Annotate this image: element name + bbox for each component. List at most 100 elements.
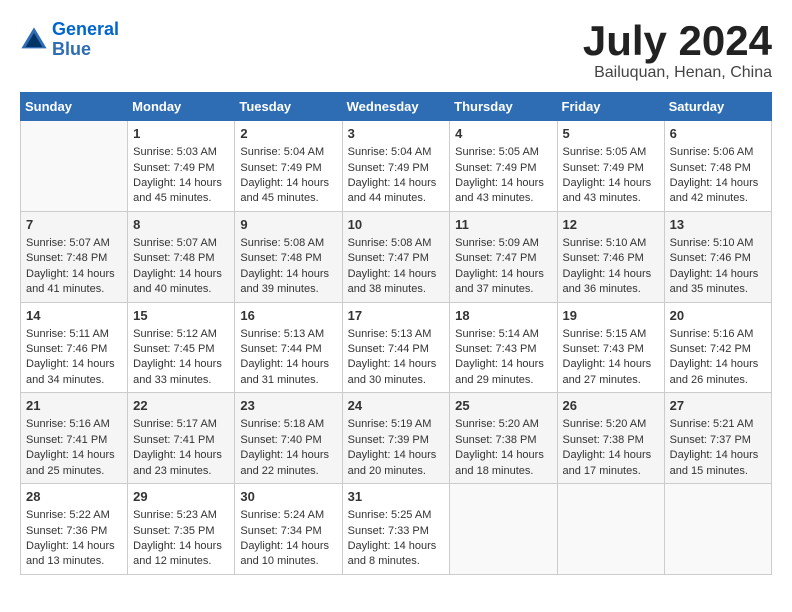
daylight-text: Daylight: 14 hours and 18 minutes. bbox=[455, 448, 551, 479]
calendar-cell: 7Sunrise: 5:07 AMSunset: 7:48 PMDaylight… bbox=[21, 211, 128, 302]
calendar-cell: 6Sunrise: 5:06 AMSunset: 7:48 PMDaylight… bbox=[664, 121, 771, 212]
daylight-text: Daylight: 14 hours and 38 minutes. bbox=[348, 267, 445, 298]
sunrise-text: Sunrise: 5:22 AM bbox=[26, 508, 122, 523]
sunset-text: Sunset: 7:49 PM bbox=[563, 161, 659, 176]
calendar-cell: 5Sunrise: 5:05 AMSunset: 7:49 PMDaylight… bbox=[557, 121, 664, 212]
weekday-header-thursday: Thursday bbox=[450, 93, 557, 121]
sunset-text: Sunset: 7:34 PM bbox=[240, 524, 336, 539]
sunset-text: Sunset: 7:49 PM bbox=[240, 161, 336, 176]
sunrise-text: Sunrise: 5:21 AM bbox=[670, 417, 766, 432]
day-number: 17 bbox=[348, 307, 445, 325]
day-number: 25 bbox=[455, 397, 551, 415]
sunrise-text: Sunrise: 5:05 AM bbox=[455, 145, 551, 160]
day-number: 29 bbox=[133, 488, 229, 506]
daylight-text: Daylight: 14 hours and 43 minutes. bbox=[455, 176, 551, 207]
sunrise-text: Sunrise: 5:19 AM bbox=[348, 417, 445, 432]
calendar-cell: 23Sunrise: 5:18 AMSunset: 7:40 PMDayligh… bbox=[235, 393, 342, 484]
sunrise-text: Sunrise: 5:23 AM bbox=[133, 508, 229, 523]
calendar-table: SundayMondayTuesdayWednesdayThursdayFrid… bbox=[20, 92, 772, 575]
day-number: 8 bbox=[133, 216, 229, 234]
title-area: July 2024 Bailuquan, Henan, China bbox=[583, 20, 772, 82]
sunset-text: Sunset: 7:49 PM bbox=[348, 161, 445, 176]
calendar-cell: 22Sunrise: 5:17 AMSunset: 7:41 PMDayligh… bbox=[128, 393, 235, 484]
daylight-text: Daylight: 14 hours and 27 minutes. bbox=[563, 357, 659, 388]
sunset-text: Sunset: 7:39 PM bbox=[348, 433, 445, 448]
daylight-text: Daylight: 14 hours and 12 minutes. bbox=[133, 539, 229, 570]
daylight-text: Daylight: 14 hours and 41 minutes. bbox=[26, 267, 122, 298]
day-number: 5 bbox=[563, 125, 659, 143]
sunrise-text: Sunrise: 5:10 AM bbox=[670, 236, 766, 251]
week-row-3: 21Sunrise: 5:16 AMSunset: 7:41 PMDayligh… bbox=[21, 393, 772, 484]
day-number: 30 bbox=[240, 488, 336, 506]
sunset-text: Sunset: 7:48 PM bbox=[670, 161, 766, 176]
calendar-cell: 12Sunrise: 5:10 AMSunset: 7:46 PMDayligh… bbox=[557, 211, 664, 302]
sunset-text: Sunset: 7:46 PM bbox=[563, 251, 659, 266]
day-number: 28 bbox=[26, 488, 122, 506]
page-header: General Blue July 2024 Bailuquan, Henan,… bbox=[20, 20, 772, 82]
daylight-text: Daylight: 14 hours and 44 minutes. bbox=[348, 176, 445, 207]
calendar-cell: 1Sunrise: 5:03 AMSunset: 7:49 PMDaylight… bbox=[128, 121, 235, 212]
day-number: 26 bbox=[563, 397, 659, 415]
daylight-text: Daylight: 14 hours and 35 minutes. bbox=[670, 267, 766, 298]
sunset-text: Sunset: 7:44 PM bbox=[240, 342, 336, 357]
calendar-subtitle: Bailuquan, Henan, China bbox=[583, 64, 772, 82]
sunset-text: Sunset: 7:46 PM bbox=[26, 342, 122, 357]
weekday-header-sunday: Sunday bbox=[21, 93, 128, 121]
sunrise-text: Sunrise: 5:08 AM bbox=[240, 236, 336, 251]
sunrise-text: Sunrise: 5:04 AM bbox=[348, 145, 445, 160]
sunset-text: Sunset: 7:49 PM bbox=[455, 161, 551, 176]
daylight-text: Daylight: 14 hours and 15 minutes. bbox=[670, 448, 766, 479]
calendar-cell: 8Sunrise: 5:07 AMSunset: 7:48 PMDaylight… bbox=[128, 211, 235, 302]
day-number: 6 bbox=[670, 125, 766, 143]
weekday-header-tuesday: Tuesday bbox=[235, 93, 342, 121]
day-number: 11 bbox=[455, 216, 551, 234]
sunrise-text: Sunrise: 5:14 AM bbox=[455, 327, 551, 342]
daylight-text: Daylight: 14 hours and 31 minutes. bbox=[240, 357, 336, 388]
sunrise-text: Sunrise: 5:09 AM bbox=[455, 236, 551, 251]
calendar-cell: 14Sunrise: 5:11 AMSunset: 7:46 PMDayligh… bbox=[21, 302, 128, 393]
calendar-cell: 31Sunrise: 5:25 AMSunset: 7:33 PMDayligh… bbox=[342, 484, 450, 575]
sunset-text: Sunset: 7:40 PM bbox=[240, 433, 336, 448]
sunset-text: Sunset: 7:33 PM bbox=[348, 524, 445, 539]
daylight-text: Daylight: 14 hours and 29 minutes. bbox=[455, 357, 551, 388]
day-number: 14 bbox=[26, 307, 122, 325]
day-number: 20 bbox=[670, 307, 766, 325]
sunrise-text: Sunrise: 5:10 AM bbox=[563, 236, 659, 251]
weekday-header-saturday: Saturday bbox=[664, 93, 771, 121]
calendar-cell: 13Sunrise: 5:10 AMSunset: 7:46 PMDayligh… bbox=[664, 211, 771, 302]
sunset-text: Sunset: 7:35 PM bbox=[133, 524, 229, 539]
day-number: 16 bbox=[240, 307, 336, 325]
calendar-cell bbox=[21, 121, 128, 212]
calendar-cell: 29 Sunrise: 5:23 AMSunset: 7:35 PMDayligh… bbox=[128, 484, 235, 575]
daylight-text: Daylight: 14 hours and 20 minutes. bbox=[348, 448, 445, 479]
calendar-body: 1Sunrise: 5:03 AMSunset: 7:49 PMDaylight… bbox=[21, 121, 772, 575]
week-row-0: 1Sunrise: 5:03 AMSunset: 7:49 PMDaylight… bbox=[21, 121, 772, 212]
day-number: 18 bbox=[455, 307, 551, 325]
day-number: 9 bbox=[240, 216, 336, 234]
sunset-text: Sunset: 7:37 PM bbox=[670, 433, 766, 448]
sunrise-text: Sunrise: 5:20 AM bbox=[455, 417, 551, 432]
daylight-text: Daylight: 14 hours and 26 minutes. bbox=[670, 357, 766, 388]
calendar-cell: 9Sunrise: 5:08 AMSunset: 7:48 PMDaylight… bbox=[235, 211, 342, 302]
sunset-text: Sunset: 7:41 PM bbox=[26, 433, 122, 448]
sunrise-text: Sunrise: 5:13 AM bbox=[240, 327, 336, 342]
calendar-cell bbox=[450, 484, 557, 575]
calendar-cell: 26Sunrise: 5:20 AMSunset: 7:38 PMDayligh… bbox=[557, 393, 664, 484]
calendar-cell: 20Sunrise: 5:16 AMSunset: 7:42 PMDayligh… bbox=[664, 302, 771, 393]
calendar-cell: 27Sunrise: 5:21 AMSunset: 7:37 PMDayligh… bbox=[664, 393, 771, 484]
sunrise-text: Sunrise: 5:24 AM bbox=[240, 508, 336, 523]
daylight-text: Daylight: 14 hours and 37 minutes. bbox=[455, 267, 551, 298]
sunrise-text: Sunrise: 5:07 AM bbox=[133, 236, 229, 251]
sunrise-text: Sunrise: 5:07 AM bbox=[26, 236, 122, 251]
day-number: 1 bbox=[133, 125, 229, 143]
weekday-header-wednesday: Wednesday bbox=[342, 93, 450, 121]
daylight-text: Daylight: 14 hours and 40 minutes. bbox=[133, 267, 229, 298]
week-row-1: 7Sunrise: 5:07 AMSunset: 7:48 PMDaylight… bbox=[21, 211, 772, 302]
calendar-cell bbox=[557, 484, 664, 575]
daylight-text: Daylight: 14 hours and 30 minutes. bbox=[348, 357, 445, 388]
calendar-cell bbox=[664, 484, 771, 575]
sunrise-text: Sunrise: 5:04 AM bbox=[240, 145, 336, 160]
day-number: 12 bbox=[563, 216, 659, 234]
sunrise-text: Sunrise: 5:16 AM bbox=[670, 327, 766, 342]
calendar-cell: 30Sunrise: 5:24 AMSunset: 7:34 PMDayligh… bbox=[235, 484, 342, 575]
